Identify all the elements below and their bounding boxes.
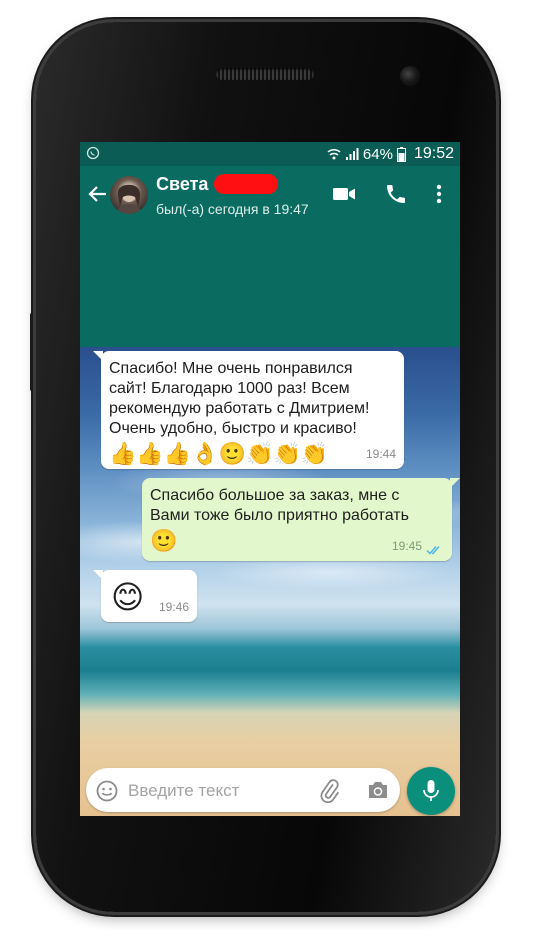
outgoing-message-bubble[interactable]: Спасибо большое за заказ, мне с Вами тож… — [142, 478, 460, 561]
smile-emoji: 🙂 — [218, 441, 247, 466]
clap-emoji: 👏 — [300, 441, 329, 466]
thumbs-up-emoji: 👍 — [136, 441, 164, 466]
message-composer — [86, 768, 400, 812]
redaction-mark — [214, 174, 278, 194]
message-line: Вами тоже было приятно работать — [150, 507, 409, 524]
ok-hand-emoji: 👌 — [191, 441, 219, 466]
video-call-icon[interactable] — [331, 182, 357, 206]
phone-icon[interactable] — [383, 182, 409, 206]
microphone-icon — [423, 780, 439, 801]
thumbs-up-emoji: 👍 — [163, 441, 192, 466]
wifi-icon — [327, 148, 341, 160]
voice-record-button[interactable] — [407, 767, 455, 815]
camera-icon[interactable] — [366, 779, 390, 801]
status-indicators: 64% 19:52 — [327, 145, 454, 163]
bubble-tail — [93, 351, 103, 361]
contact-name[interactable]: Света — [156, 174, 208, 195]
battery-percent: 64% — [362, 145, 393, 163]
emoji-picker-icon[interactable] — [96, 780, 118, 802]
clap-emoji: 👏 — [246, 441, 274, 466]
bubble-tail — [93, 570, 103, 580]
incoming-message-bubble[interactable]: Спасибо! Мне очень понравился сайт! Благ… — [93, 351, 404, 469]
last-seen-status: был(-а) сегодня в 19:47 — [156, 201, 309, 217]
attach-paperclip-icon[interactable] — [318, 779, 342, 803]
status-bar: 64% 19:52 — [80, 142, 460, 166]
whatsapp-notification-icon — [86, 146, 100, 160]
contact-avatar[interactable] — [110, 176, 148, 214]
battery-icon — [396, 146, 406, 162]
message-line: рекомендую работать с Дмитрием! — [109, 400, 370, 417]
more-vert-icon[interactable] — [430, 182, 448, 206]
chat-screen: 64% 19:52 Света был(-а) сегодня в 19:47 — [80, 142, 460, 816]
incoming-message-bubble[interactable]: 😊 19:46 — [93, 570, 197, 622]
front-camera — [400, 66, 420, 86]
message-input[interactable] — [126, 778, 310, 804]
bubble-tail — [450, 478, 460, 488]
message-time: 19:44 — [365, 447, 396, 461]
smile-emoji: 🙂 — [150, 528, 178, 553]
back-arrow-icon[interactable] — [86, 182, 110, 206]
emoji-row: 👍 👍 👍 👌 🙂 👏 👏 👏 — [109, 441, 404, 467]
chat-header: Света был(-а) сегодня в 19:47 — [80, 166, 460, 224]
message-line: Спасибо! Мне очень понравился — [109, 360, 353, 377]
message-time: 19:46 — [158, 600, 189, 614]
status-clock: 19:52 — [413, 145, 454, 162]
read-receipt-icon — [426, 546, 440, 555]
message-line: сайт! Благодарю 1000 раз! Всем — [109, 380, 350, 397]
message-line: Спасибо большое за заказ, мне с — [150, 487, 400, 504]
earpiece-speaker — [216, 68, 314, 80]
signal-icon — [345, 148, 359, 160]
thumbs-up-emoji: 👍 — [109, 441, 137, 466]
message-line: Очень удобно, быстро и красиво! — [109, 420, 357, 437]
clap-emoji: 👏 — [273, 441, 301, 466]
avatar-photo — [116, 184, 142, 214]
message-time: 19:45 — [391, 539, 422, 553]
smiling-face-emoji: 😊 — [111, 579, 145, 615]
